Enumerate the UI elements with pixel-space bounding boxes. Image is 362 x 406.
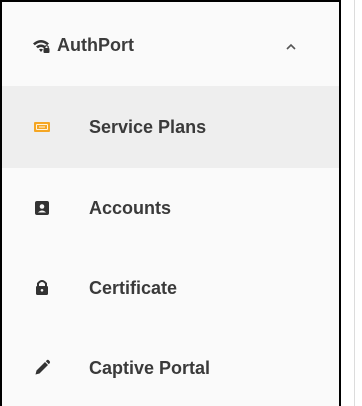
sidebar-item-label: Captive Portal bbox=[89, 358, 211, 378]
sidebar-item-captive-portal[interactable]: Captive Portal bbox=[2, 328, 339, 406]
content-area-edge bbox=[341, 0, 362, 406]
ticket-icon bbox=[33, 118, 51, 136]
authport-group-toggle[interactable]: AuthPort bbox=[2, 2, 339, 86]
wifi-lock-icon bbox=[32, 38, 50, 54]
pencil-icon bbox=[33, 359, 51, 377]
id-card-icon bbox=[33, 199, 51, 217]
sidebar-item-label: Service Plans bbox=[89, 117, 207, 137]
sidebar-item-certificate[interactable]: Certificate bbox=[2, 248, 339, 330]
sidebar-item-accounts[interactable]: Accounts bbox=[2, 168, 339, 250]
chevron-up-icon bbox=[285, 39, 297, 50]
sidebar-item-label: Accounts bbox=[89, 198, 172, 218]
sidebar-item-service-plans[interactable]: Service Plans bbox=[2, 86, 339, 168]
sidebar-item-label: Certificate bbox=[89, 278, 178, 298]
authport-group-label: AuthPort bbox=[57, 35, 134, 55]
sidebar-panel: AuthPort Service Plans Accounts Certific… bbox=[0, 0, 341, 406]
divider bbox=[354, 0, 355, 406]
lock-icon bbox=[33, 278, 51, 296]
